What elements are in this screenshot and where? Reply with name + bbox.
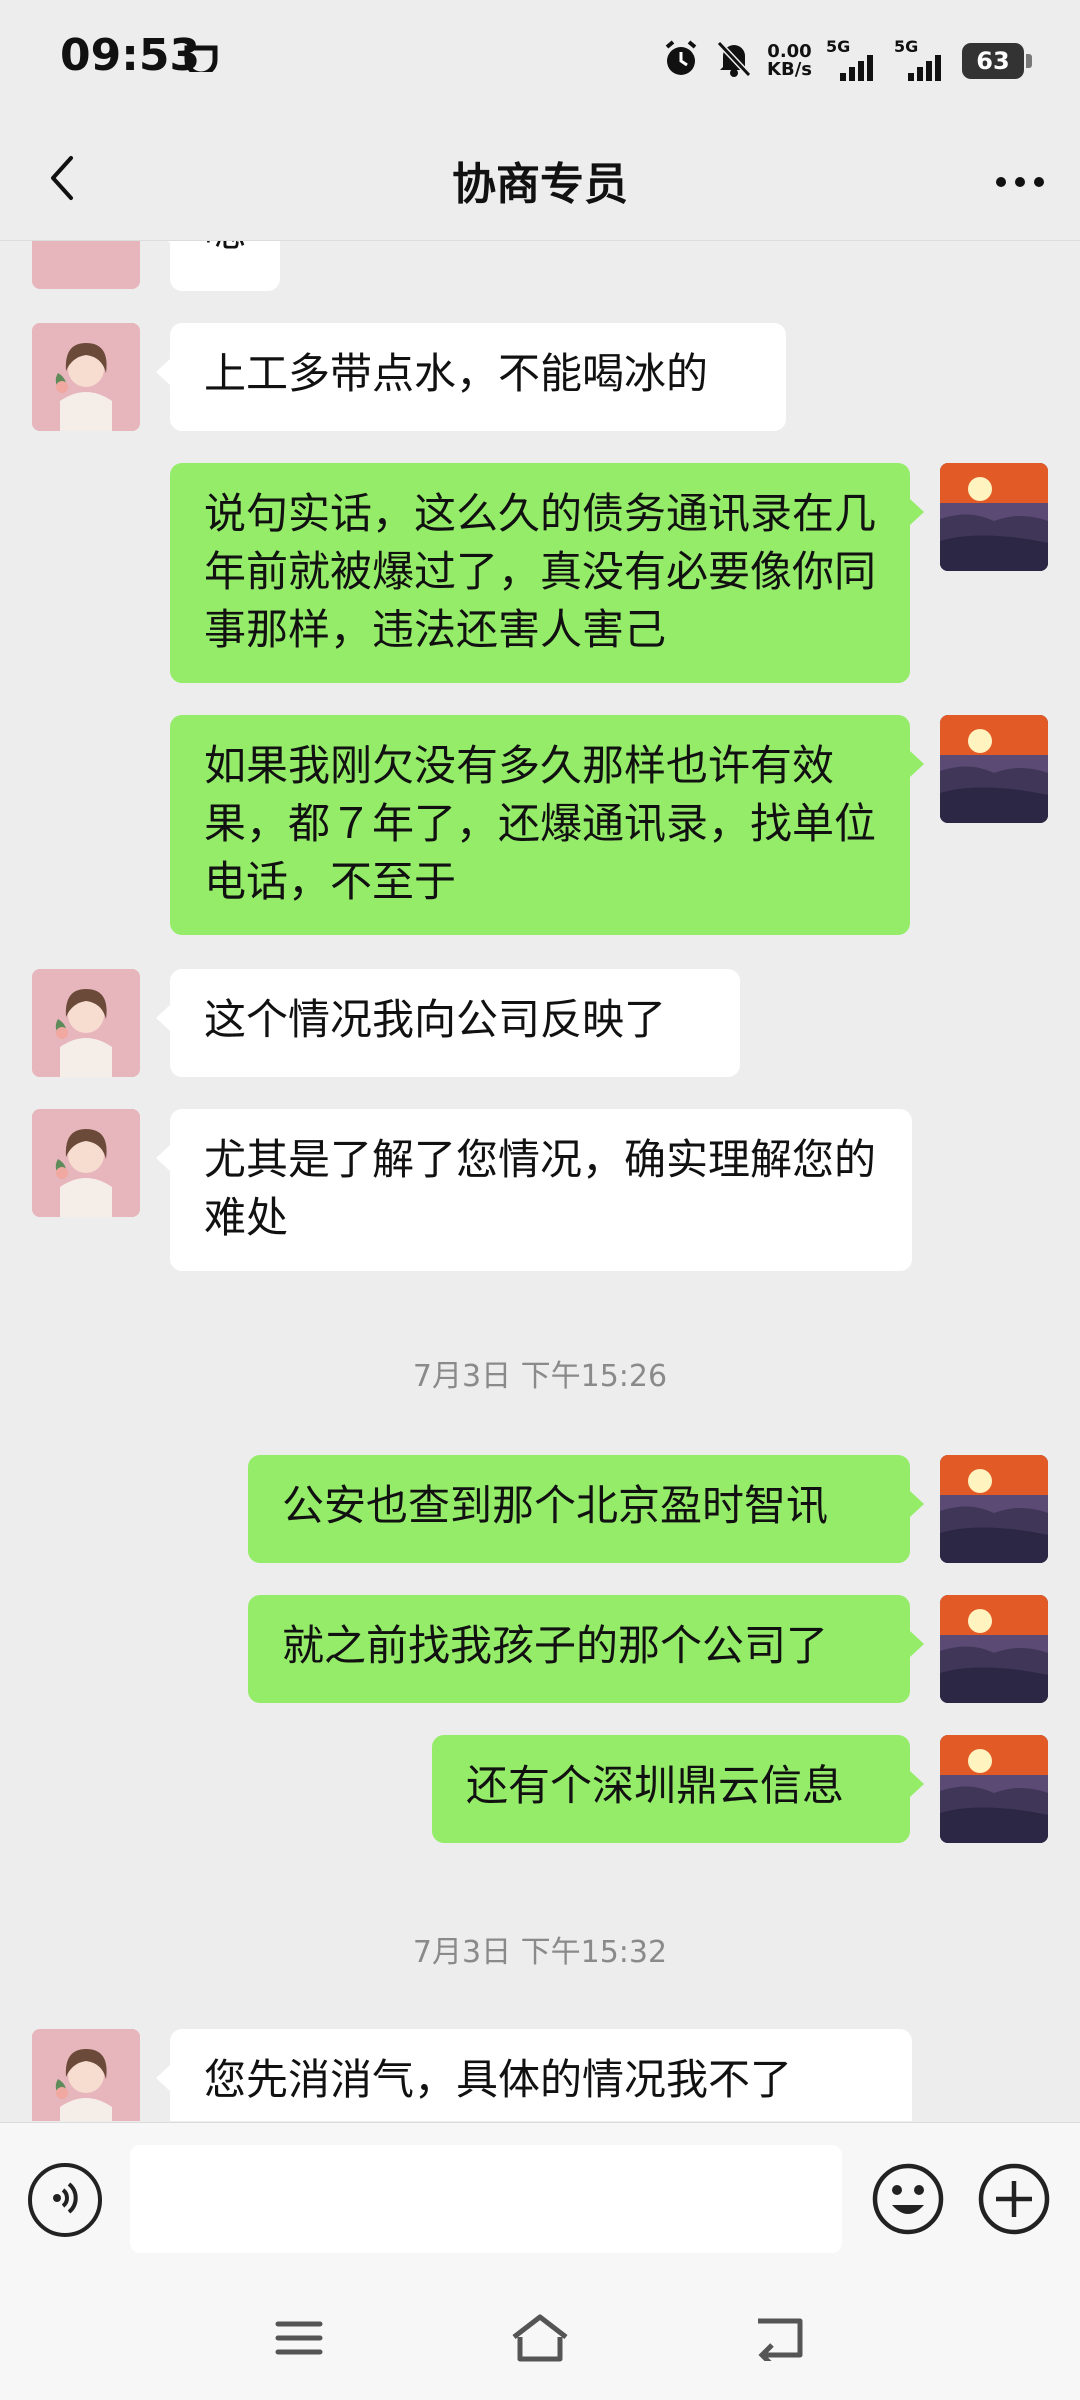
- message-bubble[interactable]: 这个情况我向公司反映了: [156, 969, 740, 1077]
- sim1-network-type: 5G: [826, 37, 851, 56]
- user-avatar[interactable]: [940, 1455, 1048, 1563]
- status-icons: 0.00 KB/s 5G 5G 63: [661, 36, 1032, 86]
- timestamp: 7月3日 下午15:26: [412, 1359, 668, 1394]
- back-arrow-icon: [754, 2315, 808, 2367]
- user-avatar[interactable]: [940, 1735, 1048, 1843]
- user-avatar[interactable]: [940, 463, 1048, 571]
- alarm-icon: [661, 39, 701, 83]
- system-navigation-bar: [0, 2278, 1080, 2400]
- chat-header: 协商专员: [0, 120, 1080, 241]
- voice-icon: [45, 2178, 85, 2222]
- more-dots-icon: [995, 173, 1045, 192]
- message-bubble[interactable]: 您先消消气，具体的情况我不了: [156, 2029, 912, 2121]
- message-bubble[interactable]: 上工多带点水，不能喝冰的: [156, 323, 786, 431]
- status-time: 09:53: [60, 30, 201, 81]
- user-avatar[interactable]: [940, 715, 1048, 823]
- signal-strength-sim2: 5G: [894, 37, 948, 81]
- menu-icon: [274, 2318, 324, 2362]
- contact-avatar[interactable]: [32, 969, 140, 1077]
- nav-home-button[interactable]: [505, 2308, 575, 2372]
- network-speed-unit: KB/s: [767, 59, 812, 80]
- battery-level: 63: [962, 43, 1032, 79]
- message-bubble[interactable]: 如果我刚欠没有多久那样也许有效果，都７年了，还爆通讯录，找单位电话，不至于: [170, 715, 924, 935]
- more-functions-button[interactable]: [976, 2161, 1052, 2237]
- contact-avatar[interactable]: [32, 241, 140, 289]
- message-bubble[interactable]: 就之前找我孩子的那个公司了: [248, 1595, 924, 1703]
- input-bar: [0, 2122, 1080, 2279]
- message-bubble[interactable]: 还有个深圳鼎云信息: [432, 1735, 924, 1843]
- timestamp: 7月3日 下午15:32: [412, 1935, 668, 1970]
- message-bubble[interactable]: 嗯: [156, 241, 280, 291]
- message-list[interactable]: 嗯 上工多带点水，不能喝冰的 说句实话，这么久的债务通讯录在几年前就被爆过了，真…: [0, 241, 1080, 2121]
- nav-menu-button[interactable]: [264, 2308, 334, 2372]
- more-options-button[interactable]: [988, 150, 1052, 214]
- user-avatar[interactable]: [940, 1595, 1048, 1703]
- emoji-button[interactable]: [870, 2161, 946, 2237]
- contact-avatar[interactable]: [32, 2029, 140, 2121]
- contact-avatar[interactable]: [32, 323, 140, 431]
- message-bubble[interactable]: 公安也查到那个北京盈时智讯: [248, 1455, 924, 1563]
- screen-record-icon: [184, 44, 218, 77]
- chat-title: 协商专员: [452, 159, 628, 210]
- home-icon: [510, 2313, 570, 2367]
- contact-avatar[interactable]: [32, 1109, 140, 1217]
- mute-bell-icon: [715, 39, 753, 83]
- plus-icon: [976, 2163, 1052, 2241]
- status-bar: 09:53 0.00 KB/s 5G 5G 63: [0, 0, 1080, 120]
- nav-back-button[interactable]: [746, 2308, 816, 2372]
- emoji-icon: [870, 2163, 946, 2241]
- sim2-network-type: 5G: [894, 37, 919, 56]
- network-speed: 0.00 KB/s: [767, 43, 812, 79]
- message-bubble[interactable]: 尤其是了解了您情况，确实理解您的难处: [156, 1109, 912, 1271]
- message-bubble[interactable]: 说句实话，这么久的债务通讯录在几年前就被爆过了，真没有必要像你同事那样，违法还害…: [170, 463, 924, 683]
- signal-strength-sim1: 5G: [826, 37, 880, 81]
- voice-input-button[interactable]: [28, 2163, 102, 2237]
- message-input[interactable]: [130, 2145, 842, 2253]
